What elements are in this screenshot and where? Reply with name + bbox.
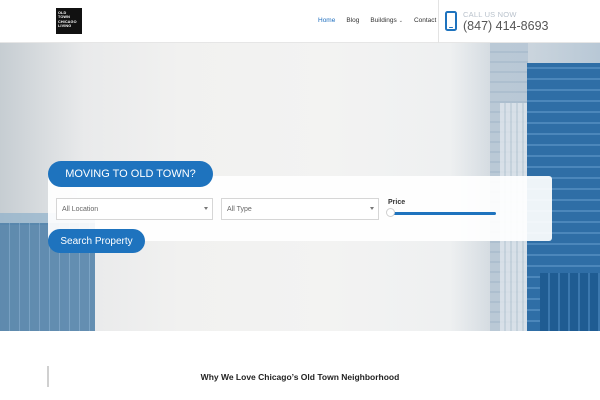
price-slider-handle[interactable] [386,208,395,217]
price-label: Price [388,199,406,206]
nav-item-label: Home [318,17,336,24]
dropdown-arrow-icon [370,207,374,210]
nav-item-label: Buildings [370,17,397,24]
nav-item-home[interactable]: Home [318,17,335,24]
nav-item-contact[interactable]: Contact [414,17,436,24]
nav-item-blog[interactable]: Blog [346,17,359,24]
type-select-value: All Type [227,205,252,213]
type-select[interactable]: All Type [221,198,379,220]
nav-item-buildings[interactable]: Buildings ⌄ [370,17,403,24]
phone-icon [445,11,457,31]
search-property-button[interactable]: Search Property [48,229,145,253]
location-select[interactable]: All Location [56,198,213,220]
moving-badge: MOVING TO OLD TOWN? [48,161,213,187]
nav-item-label: Blog [346,17,360,24]
section-title: Why We Love Chicago’s Old Town Neighborh… [200,372,400,382]
call-us-label: CALL US NOW [463,10,517,19]
dropdown-arrow-icon [204,207,208,210]
header-divider [438,0,439,43]
price-range-slider[interactable] [392,212,496,215]
site-header: OLD TOWN CHICAGO LIVING Home Blog Buildi… [0,0,600,43]
building-image [540,273,600,331]
logo-line-4: LIVING [58,24,72,29]
chevron-down-icon: ⌄ [398,17,403,24]
main-nav: Home Blog Buildings ⌄ Contact [318,17,447,24]
phone-number[interactable]: (847) 414-8693 [463,19,548,33]
location-select-value: All Location [62,205,99,213]
nav-item-label: Contact [413,17,437,24]
site-logo[interactable]: OLD TOWN CHICAGO LIVING [56,8,82,34]
